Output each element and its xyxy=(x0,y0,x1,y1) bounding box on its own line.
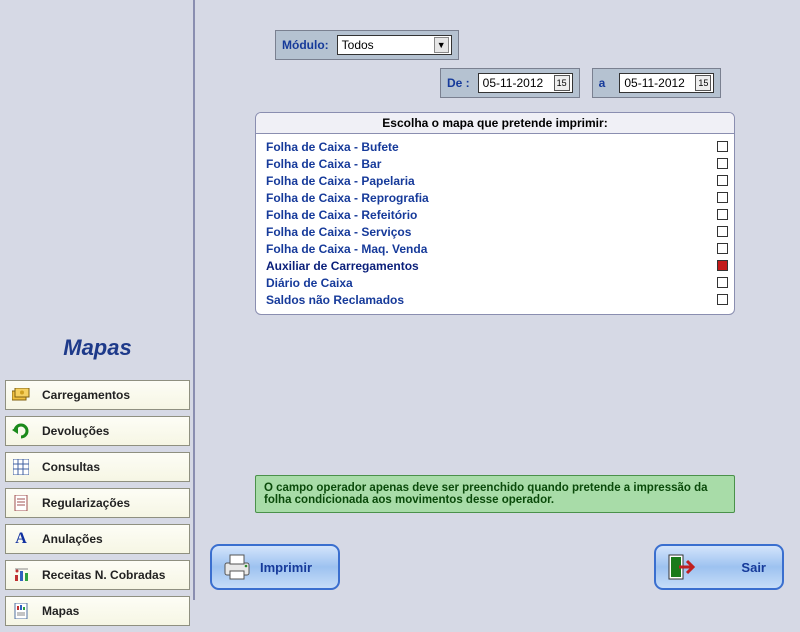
sidebar-title: Mapas xyxy=(0,335,195,361)
print-button-label: Imprimir xyxy=(260,560,312,575)
list-item-checkbox[interactable] xyxy=(717,158,728,169)
grid-icon xyxy=(12,458,30,476)
chart-icon xyxy=(12,566,30,584)
list-item[interactable]: Auxiliar de Carregamentos xyxy=(266,257,728,274)
sidebar: Mapas Carregamentos Devoluções Consultas… xyxy=(0,0,195,600)
letter-a-icon: A xyxy=(12,530,30,548)
list-item-label: Auxiliar de Carregamentos xyxy=(266,259,419,273)
sidebar-item-regularizacoes[interactable]: Regularizações xyxy=(5,488,190,518)
list-item-checkbox[interactable] xyxy=(717,209,728,220)
list-item-label: Folha de Caixa - Maq. Venda xyxy=(266,242,427,256)
info-message: O campo operador apenas deve ser preench… xyxy=(255,475,735,513)
map-list-panel: Escolha o mapa que pretende imprimir: Fo… xyxy=(255,112,735,315)
sidebar-item-mapas[interactable]: Mapas xyxy=(5,596,190,626)
list-item[interactable]: Folha de Caixa - Papelaria xyxy=(266,172,728,189)
list-item[interactable]: Diário de Caixa xyxy=(266,274,728,291)
modulo-dropdown[interactable]: Todos ▼ xyxy=(337,35,452,55)
sidebar-item-label: Consultas xyxy=(42,460,100,474)
sidebar-item-label: Regularizações xyxy=(42,496,130,510)
list-item-checkbox[interactable] xyxy=(717,243,728,254)
sidebar-item-label: Devoluções xyxy=(42,424,109,438)
map-list-body: Folha de Caixa - Bufete Folha de Caixa - … xyxy=(256,134,734,314)
list-item-label: Folha de Caixa - Bar xyxy=(266,157,381,171)
date-from-field: De : 05-11-2012 15 xyxy=(440,68,580,98)
sidebar-item-consultas[interactable]: Consultas xyxy=(5,452,190,482)
list-item-checkbox[interactable] xyxy=(717,175,728,186)
date-to-field: a 05-11-2012 15 xyxy=(592,68,722,98)
list-item-label: Folha de Caixa - Refeitório xyxy=(266,208,417,222)
map-list-header: Escolha o mapa que pretende imprimir: xyxy=(256,113,734,134)
chevron-down-icon: ▼ xyxy=(434,37,449,53)
sidebar-item-carregamentos[interactable]: Carregamentos xyxy=(5,380,190,410)
list-item-checkbox[interactable] xyxy=(717,260,728,271)
modulo-label: Módulo: xyxy=(282,38,329,52)
list-item-checkbox[interactable] xyxy=(717,226,728,237)
list-item-checkbox[interactable] xyxy=(717,277,728,288)
sidebar-item-label: Receitas N. Cobradas xyxy=(42,568,165,582)
list-item[interactable]: Saldos não Reclamados xyxy=(266,291,728,308)
sidebar-nav: Carregamentos Devoluções Consultas Regul… xyxy=(5,380,190,632)
list-item-label: Saldos não Reclamados xyxy=(266,293,404,307)
list-item[interactable]: Folha de Caixa - Bufete xyxy=(266,138,728,155)
list-item-label: Folha de Caixa - Serviços xyxy=(266,225,411,239)
exit-button[interactable]: Sair xyxy=(654,544,784,590)
report-icon xyxy=(12,602,30,620)
date-from-label: De : xyxy=(447,76,470,90)
list-item-checkbox[interactable] xyxy=(717,192,728,203)
sidebar-item-label: Mapas xyxy=(42,604,79,618)
date-to-value: 05-11-2012 xyxy=(624,76,685,90)
document-icon xyxy=(12,494,30,512)
sidebar-item-label: Carregamentos xyxy=(42,388,130,402)
printer-icon xyxy=(222,552,252,582)
list-item[interactable]: Folha de Caixa - Reprografia xyxy=(266,189,728,206)
list-item[interactable]: Folha de Caixa - Refeitório xyxy=(266,206,728,223)
date-to-input[interactable]: 05-11-2012 15 xyxy=(619,73,714,93)
modulo-value: Todos xyxy=(342,38,374,52)
list-item[interactable]: Folha de Caixa - Maq. Venda xyxy=(266,240,728,257)
list-item-checkbox[interactable] xyxy=(717,141,728,152)
print-button[interactable]: Imprimir xyxy=(210,544,340,590)
date-from-input[interactable]: 05-11-2012 15 xyxy=(478,73,573,93)
exit-icon xyxy=(666,552,696,582)
calendar-icon: 15 xyxy=(554,75,570,91)
sidebar-item-devolucoes[interactable]: Devoluções xyxy=(5,416,190,446)
list-item-label: Diário de Caixa xyxy=(266,276,353,290)
main-area: Módulo: Todos ▼ De : 05-11-2012 15 a 05-… xyxy=(200,0,794,600)
date-to-label: a xyxy=(599,76,606,90)
sidebar-item-label: Anulações xyxy=(42,532,103,546)
sidebar-item-anulacoes[interactable]: A Anulações xyxy=(5,524,190,554)
calendar-icon: 15 xyxy=(695,75,711,91)
sidebar-item-receitas-n-cobradas[interactable]: Receitas N. Cobradas xyxy=(5,560,190,590)
exit-button-label: Sair xyxy=(741,560,766,575)
list-item-checkbox[interactable] xyxy=(717,294,728,305)
money-icon xyxy=(12,386,30,404)
list-item-label: Folha de Caixa - Reprografia xyxy=(266,191,429,205)
list-item-label: Folha de Caixa - Papelaria xyxy=(266,174,415,188)
list-item[interactable]: Folha de Caixa - Bar xyxy=(266,155,728,172)
list-item[interactable]: Folha de Caixa - Serviços xyxy=(266,223,728,240)
date-range: De : 05-11-2012 15 a 05-11-2012 15 xyxy=(440,68,721,98)
date-from-value: 05-11-2012 xyxy=(483,76,544,90)
list-item-label: Folha de Caixa - Bufete xyxy=(266,140,399,154)
return-icon xyxy=(12,422,30,440)
modulo-field: Módulo: Todos ▼ xyxy=(275,30,459,60)
